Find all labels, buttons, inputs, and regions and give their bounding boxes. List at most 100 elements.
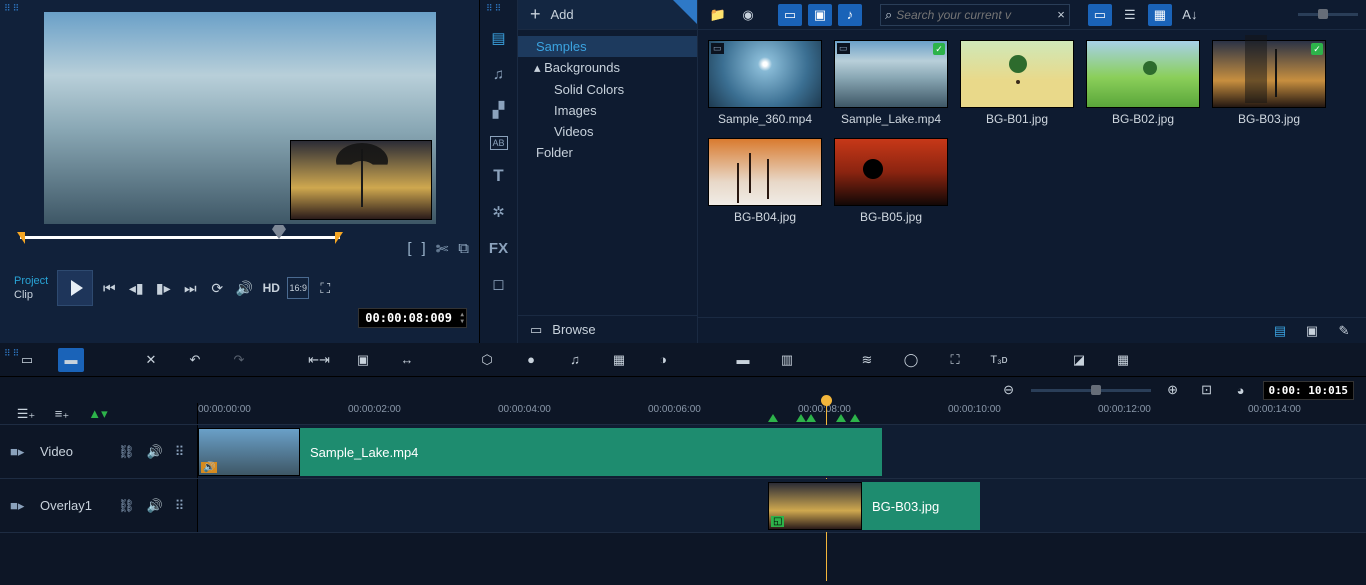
ripple-icon[interactable]: ⇤⇥ — [306, 348, 332, 372]
chapter-marker[interactable] — [806, 414, 816, 422]
view-list-icon[interactable]: ☰ — [1118, 4, 1142, 26]
panel-drag-handle[interactable]: ⠿⠿ — [486, 3, 503, 14]
zoom-timecode[interactable]: 0:00: 10:015 — [1263, 381, 1354, 400]
blend-icon[interactable]: ◑ — [650, 348, 676, 372]
audio-mix-icon[interactable]: ♫ — [562, 348, 588, 372]
text-tab-icon[interactable]: T — [487, 166, 511, 186]
thumb-item[interactable]: ✓BG-B03.jpg — [1212, 40, 1326, 126]
aspect-ratio[interactable]: 16:9 — [287, 277, 309, 299]
titles-tab-icon[interactable]: AB — [490, 136, 508, 150]
foot-info-icon[interactable]: ▣ — [1300, 320, 1324, 342]
play-button[interactable] — [57, 270, 93, 306]
preview-video[interactable] — [44, 12, 436, 224]
overlay-track-header[interactable]: ■▸ Overlay1 ⛓ 🔊 ⠿ — [0, 479, 198, 532]
thumb-size-slider[interactable] — [1298, 13, 1358, 16]
redo-icon[interactable]: ↷ — [226, 348, 252, 372]
fx-toggle-icon[interactable]: ⠿ — [175, 444, 185, 460]
filter-video-icon[interactable]: ▭ — [778, 4, 802, 26]
fit-icon[interactable]: ▣ — [350, 348, 376, 372]
video-track-body[interactable]: Sample_Lake.mp4 — [198, 425, 1366, 478]
transitions-tab-icon[interactable]: ▞ — [487, 100, 511, 120]
filter-audio-icon[interactable]: ♪ — [838, 4, 862, 26]
loop-icon[interactable]: ⟳ — [206, 277, 228, 299]
mode-clip[interactable]: Clip — [14, 288, 48, 302]
graphics-tab-icon[interactable]: ✲ — [487, 202, 511, 222]
link-icon[interactable]: ⛓ — [118, 444, 135, 460]
snapshot-icon[interactable]: ⧉ — [458, 240, 469, 258]
time-ruler[interactable]: 00:00:00:0000:00:02:0000:00:04:0000:00:0… — [198, 403, 1366, 424]
thumb-item[interactable]: BG-B04.jpg — [708, 138, 822, 224]
pin-icon[interactable] — [673, 0, 697, 24]
video-track-header[interactable]: ■▸ Video ⛓ 🔊 ⠿ — [0, 425, 198, 478]
media-tab-icon[interactable]: ▤ — [487, 28, 511, 48]
sort-icon[interactable]: A↓ — [1178, 4, 1202, 26]
trim-bar[interactable] — [20, 228, 340, 246]
tree-images[interactable]: Images — [518, 100, 697, 121]
track-menu-icon[interactable]: ☰₊ — [14, 403, 38, 425]
split-icon[interactable]: ✄ — [436, 240, 449, 258]
browse-label[interactable]: Browse — [552, 322, 595, 337]
preview-timecode[interactable]: 00:00:08:009 — [358, 308, 467, 328]
undo-icon[interactable]: ↶ — [182, 348, 208, 372]
hd-toggle[interactable]: HD — [260, 277, 282, 299]
go-start-icon[interactable]: ⏮ — [98, 277, 120, 299]
fit-project-icon[interactable]: ⊡ — [1195, 379, 1219, 401]
view-grid-icon[interactable]: ▦ — [1148, 4, 1172, 26]
frame-back-icon[interactable]: ◂▮ — [125, 277, 147, 299]
trim-out-handle[interactable] — [335, 232, 343, 244]
audio-tab-icon[interactable]: ♫ — [487, 64, 511, 84]
zoom-slider[interactable] — [1031, 389, 1151, 392]
tree-solid-colors[interactable]: Solid Colors — [518, 79, 697, 100]
mark-out-icon[interactable]: ] — [422, 240, 426, 258]
foot-panel-icon[interactable]: ▤ — [1268, 320, 1292, 342]
stretch-icon[interactable]: ↔ — [394, 348, 420, 372]
thumb-item[interactable]: BG-B05.jpg — [834, 138, 948, 224]
3d-title-icon[interactable]: T₃ᴅ — [986, 348, 1012, 372]
tree-videos[interactable]: Videos — [518, 121, 697, 142]
panel-drag-handle[interactable]: ⠿⠿ — [4, 3, 21, 14]
trim-in-handle[interactable] — [17, 232, 25, 244]
duration-icon[interactable]: ◕ — [1229, 379, 1253, 401]
thumb-item[interactable]: BG-B01.jpg — [960, 40, 1074, 126]
search-input[interactable] — [896, 8, 1053, 22]
add-plus-icon[interactable]: + — [530, 4, 541, 25]
track-settings-icon[interactable]: ≡₊ — [50, 403, 74, 425]
preview-overlay-clip[interactable] — [290, 140, 432, 220]
multicam-icon[interactable]: ▦ — [606, 348, 632, 372]
browse-icon[interactable]: ▭ — [530, 322, 542, 338]
tree-backgrounds[interactable]: ▴ Backgrounds — [518, 57, 697, 79]
mode-project[interactable]: Project — [14, 274, 48, 288]
chapter-icon[interactable]: ▦ — [1110, 348, 1136, 372]
subtitle-icon[interactable]: ▬ — [730, 348, 756, 372]
fx-tab-icon[interactable]: FX — [487, 238, 511, 258]
link-icon[interactable]: ⛓ — [118, 498, 135, 514]
fx-toggle-icon[interactable]: ⠿ — [175, 498, 185, 514]
zoom-in-icon[interactable]: ⊕ — [1161, 379, 1185, 401]
thumb-item[interactable]: ▭Sample_360.mp4 — [708, 40, 822, 126]
search-box[interactable]: ⌕ × — [880, 4, 1070, 26]
volume-icon[interactable]: 🔊 — [233, 277, 255, 299]
overlay-clip[interactable]: BG-B03.jpg — [768, 482, 980, 530]
marker-icon[interactable]: ⬡ — [474, 348, 500, 372]
thumb-item[interactable]: BG-B02.jpg — [1086, 40, 1200, 126]
chapter-marker[interactable] — [796, 414, 806, 422]
zoom-out-icon[interactable]: ⊖ — [997, 379, 1021, 401]
marquee-icon[interactable]: ⛶ — [314, 277, 336, 299]
add-label[interactable]: Add — [551, 7, 574, 22]
motion-icon[interactable]: ≋ — [854, 348, 880, 372]
mask-icon[interactable]: ◪ — [1066, 348, 1092, 372]
filter-photo-icon[interactable]: ▣ — [808, 4, 832, 26]
foot-edit-icon[interactable]: ✎ — [1332, 320, 1356, 342]
clear-search-icon[interactable]: × — [1057, 7, 1065, 22]
pan-zoom-icon[interactable]: ⛶ — [942, 348, 968, 372]
capture-icon[interactable]: ◉ — [736, 4, 760, 26]
import-icon[interactable]: 📁 — [706, 4, 730, 26]
ar-tab-icon[interactable]: ◻ — [487, 274, 511, 294]
split-screen-icon[interactable]: ▥ — [774, 348, 800, 372]
mute-icon[interactable]: 🔊 — [147, 444, 163, 460]
chapter-marker[interactable] — [836, 414, 846, 422]
tree-folder[interactable]: Folder — [518, 142, 697, 163]
tools-icon[interactable]: ✕ — [138, 348, 164, 372]
thumb-item[interactable]: ▭✓Sample_Lake.mp4 — [834, 40, 948, 126]
go-end-icon[interactable]: ⏭ — [179, 277, 201, 299]
